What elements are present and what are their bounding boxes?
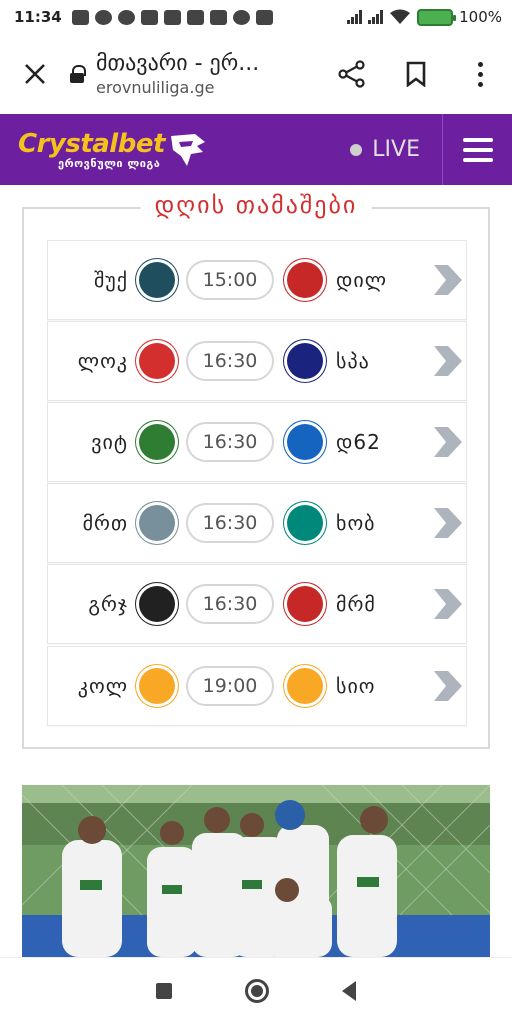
match-time: 16:30 [186, 503, 274, 543]
twitter-icon [117, 9, 135, 25]
chevron-right-icon[interactable] [430, 506, 464, 540]
away-team-crest-icon [284, 259, 326, 301]
pocket-icon [140, 9, 158, 25]
match-time: 16:30 [186, 341, 274, 381]
match-row[interactable]: კოლ 19:00 სიო [47, 646, 467, 726]
match-row[interactable]: ვიტ 16:30 დ62 [47, 402, 467, 482]
logo-sub: ეროვნული ლიგა [58, 157, 161, 170]
recents-button[interactable] [156, 983, 173, 999]
site-header: Crystalbet ეროვნული ლიგა LIVE [0, 114, 512, 185]
share-icon [338, 60, 365, 88]
bookmark-icon [406, 61, 426, 87]
browser-toolbar: მთავარი - ერ... erovnuliliga.ge [0, 34, 512, 114]
home-team-abbr: კოლ [77, 674, 128, 698]
share-button[interactable] [320, 34, 384, 114]
close-icon [25, 64, 45, 84]
home-team-crest-icon [136, 421, 178, 463]
logo-text: Crystalbet ეროვნული ლიგა [18, 129, 165, 170]
match-time: 15:00 [186, 260, 274, 300]
live-link[interactable]: LIVE [350, 137, 420, 162]
away-team-abbr: დ62 [336, 430, 381, 454]
bookmark-button[interactable] [384, 34, 448, 114]
chevron-right-icon[interactable] [430, 425, 464, 459]
logo-main: Crystalbet [18, 129, 165, 159]
chevron-right-icon[interactable] [430, 587, 464, 621]
chevron-right-icon[interactable] [430, 263, 464, 297]
home-team-crest-icon [136, 583, 178, 625]
away-team-crest-icon [284, 340, 326, 382]
android-navigation-bar [0, 957, 512, 1024]
home-team-abbr: შუქ [93, 268, 128, 292]
dropbox-icon [209, 9, 227, 25]
team-celebration-image [22, 785, 490, 957]
home-team-crest-icon [136, 502, 178, 544]
signal-icon [347, 10, 363, 24]
gladiator-helmet-icon [170, 133, 205, 166]
match-row[interactable]: მრთ 16:30 ხობ [47, 483, 467, 563]
panel-title: დღის თამაშები [140, 191, 372, 219]
matches-panel: დღის თამაშები შუქ 15:00 დილ ლოკ 16:30 სპა ვიტ 1… [22, 191, 490, 749]
home-team-crest-icon [136, 340, 178, 382]
away-team-abbr: დილ [336, 268, 387, 292]
live-dot-icon [350, 143, 363, 156]
away-team-abbr: მრმ [336, 592, 376, 616]
match-time: 16:30 [186, 422, 274, 462]
match-row[interactable]: გრჯ 16:30 მრმ [47, 564, 467, 644]
away-team-abbr: სპა [336, 349, 370, 373]
lock-icon[interactable] [70, 65, 86, 83]
hamburger-menu-button[interactable] [442, 114, 512, 185]
match-row[interactable]: შუქ 15:00 დილ [47, 240, 467, 320]
page-domain: erovnuliliga.ge [96, 78, 215, 97]
chevron-right-icon[interactable] [430, 344, 464, 378]
match-time: 19:00 [186, 666, 274, 706]
match-time: 16:30 [186, 584, 274, 624]
home-team-abbr: ლოკ [77, 349, 128, 373]
status-time: 11:34 [14, 8, 62, 26]
twitter-icon [94, 9, 112, 25]
back-button[interactable] [341, 981, 356, 1001]
signal-icon [368, 10, 384, 24]
more-options-button[interactable] [448, 34, 512, 114]
close-tab-button[interactable] [0, 34, 70, 114]
site-logo[interactable]: Crystalbet ეროვნული ლიგა [18, 129, 207, 170]
team-photo[interactable] [22, 785, 490, 957]
status-left: 11:34 [14, 8, 273, 26]
instagram-icon [186, 9, 204, 25]
match-row[interactable]: ლოკ 16:30 სპა [47, 321, 467, 401]
status-bar: 11:34 100% [0, 0, 512, 34]
away-team-crest-icon [284, 583, 326, 625]
instagram-icon [163, 9, 181, 25]
sdcard-icon [255, 9, 273, 25]
away-team-abbr: ხობ [336, 511, 376, 535]
wifi-icon [390, 9, 411, 24]
away-team-abbr: სიო [336, 674, 376, 698]
home-team-crest-icon [136, 259, 178, 301]
gallery-icon [71, 9, 89, 25]
home-team-abbr: გრჯ [88, 592, 128, 616]
live-label: LIVE [372, 137, 420, 162]
home-team-abbr: მრთ [82, 511, 128, 535]
home-team-abbr: ვიტ [91, 430, 128, 454]
chevron-right-icon[interactable] [430, 669, 464, 703]
battery-percent: 100% [459, 8, 502, 26]
home-team-crest-icon [136, 665, 178, 707]
home-button[interactable] [244, 979, 269, 1003]
whatsapp-icon [232, 9, 250, 25]
url-block[interactable]: მთავარი - ერ... erovnuliliga.ge [96, 51, 320, 97]
status-right: 100% [347, 8, 502, 26]
page-title: მთავარი - ერ... [96, 51, 260, 76]
more-vert-icon [477, 61, 483, 87]
away-team-crest-icon [284, 665, 326, 707]
away-team-crest-icon [284, 421, 326, 463]
battery-icon [417, 8, 457, 26]
away-team-crest-icon [284, 502, 326, 544]
